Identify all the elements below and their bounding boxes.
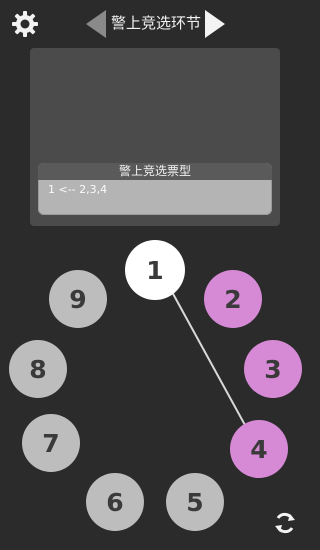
seat-1[interactable]: 1 bbox=[125, 240, 185, 300]
refresh-icon[interactable] bbox=[272, 510, 298, 536]
seat-6[interactable]: 6 bbox=[86, 473, 144, 531]
seat-5[interactable]: 5 bbox=[166, 473, 224, 531]
seat-number: 3 bbox=[264, 354, 282, 384]
seat-8[interactable]: 8 bbox=[9, 340, 67, 398]
seat-number: 8 bbox=[29, 354, 47, 384]
seat-3[interactable]: 3 bbox=[244, 340, 302, 398]
seat-9[interactable]: 9 bbox=[49, 270, 107, 328]
game-screen: 警上竞选环节 警上竞选票型 1 <-- 2,3,4 1 2 3 4 5 6 7 bbox=[0, 0, 310, 550]
seat-number: 9 bbox=[69, 284, 87, 314]
seat-4[interactable]: 4 bbox=[230, 420, 288, 478]
seat-7[interactable]: 7 bbox=[22, 414, 80, 472]
seat-ring: 1 2 3 4 5 6 7 8 9 bbox=[0, 0, 310, 550]
seat-number: 7 bbox=[42, 428, 60, 458]
seat-number: 4 bbox=[250, 434, 268, 464]
seat-number: 2 bbox=[224, 284, 242, 314]
seat-number: 1 bbox=[146, 255, 164, 285]
seat-2[interactable]: 2 bbox=[204, 270, 262, 328]
seat-number: 5 bbox=[186, 487, 204, 517]
seat-number: 6 bbox=[106, 487, 124, 517]
